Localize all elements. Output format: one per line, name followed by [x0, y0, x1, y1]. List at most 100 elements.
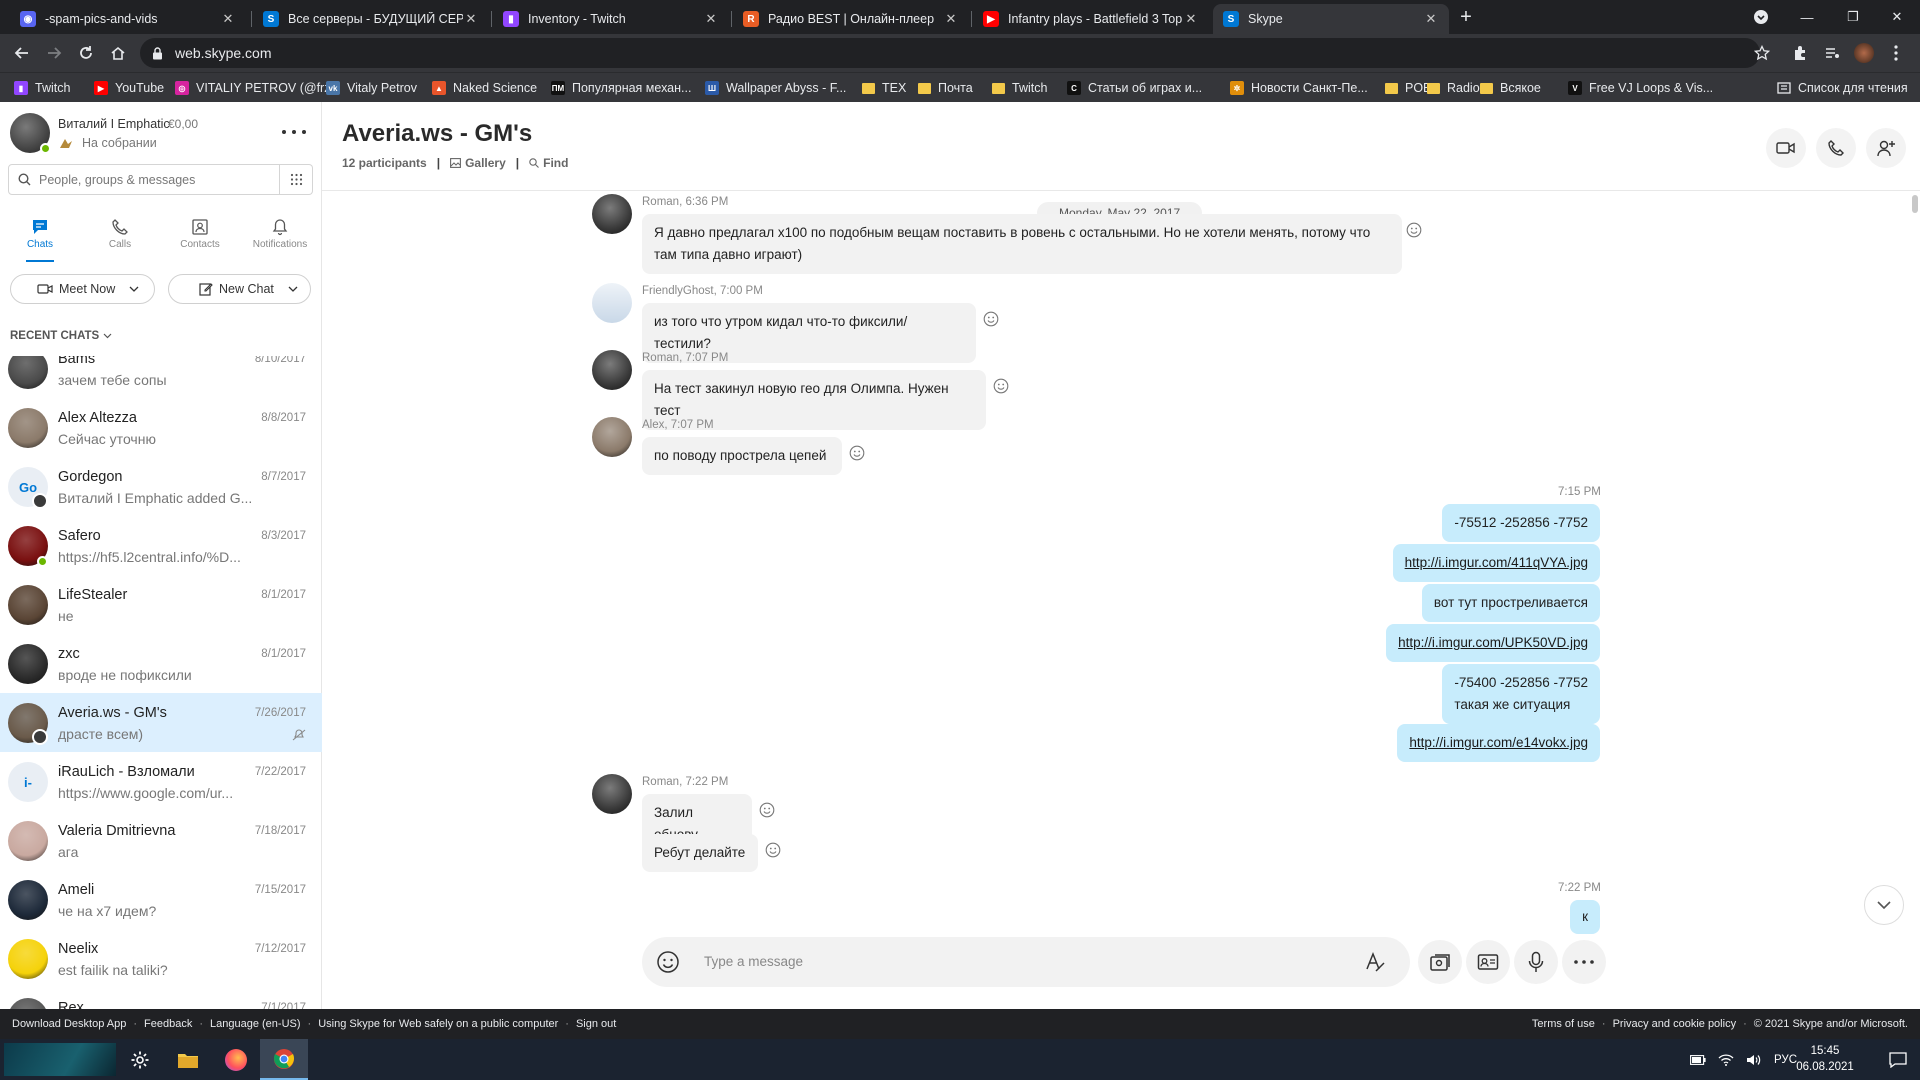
footer-link[interactable]: Using Skype for Web safely on a public c… — [318, 1018, 558, 1030]
add-reaction-icon[interactable] — [1406, 222, 1422, 238]
reload-icon[interactable] — [74, 41, 98, 65]
bookmark-item[interactable]: Radio — [1427, 78, 1480, 98]
address-bar[interactable]: web.skype.com — [140, 38, 1760, 68]
chat-list-item[interactable]: Alex Altezza Сейчас уточню 8/8/2017 — [0, 398, 322, 457]
meet-now-button[interactable]: Meet Now — [10, 274, 155, 304]
text-format-icon[interactable] — [1364, 951, 1386, 973]
system-clock[interactable]: 15:45 06.08.2021 — [1790, 1043, 1860, 1075]
profile-download-icon[interactable] — [1738, 0, 1784, 34]
reading-list-button[interactable]: Список для чтения — [1777, 78, 1908, 98]
participants-link[interactable]: 12 participants — [342, 156, 427, 170]
avatar[interactable] — [8, 939, 48, 979]
bookmark-star-icon[interactable] — [1750, 41, 1774, 65]
bookmark-item[interactable]: Ш Wallpaper Abyss - F... — [705, 78, 846, 98]
scrollbar[interactable] — [1912, 195, 1918, 213]
bookmark-item[interactable]: ✲ Новости Санкт-Пе... — [1230, 78, 1368, 98]
back-icon[interactable] — [10, 41, 34, 65]
browser-tab[interactable]: S Skype ✕ — [1213, 4, 1449, 34]
add-reaction-icon[interactable] — [849, 445, 865, 461]
message-link[interactable]: http://i.imgur.com/411qVYA.jpg — [1405, 555, 1588, 570]
video-call-button[interactable] — [1766, 128, 1806, 168]
bookmark-item[interactable]: POE — [1385, 78, 1431, 98]
browser-tab[interactable]: S Все серверы - БУДУЩИЙ СЕРВЕ ✕ — [253, 4, 489, 34]
chat-list-item[interactable]: Valeria Dmitrievna ага 7/18/2017 — [0, 811, 322, 870]
dial-pad-icon[interactable] — [280, 164, 313, 195]
chat-list-item[interactable]: Ameli че на х7 идем? 7/15/2017 — [0, 870, 322, 929]
recent-chats-toggle[interactable]: RECENT CHATS — [10, 330, 112, 342]
outgoing-message[interactable]: http://i.imgur.com/UPK50VD.jpg — [1386, 624, 1600, 662]
chat-list-item[interactable]: Bams зачем тебе сопы 8/10/2017 — [0, 356, 322, 398]
footer-link[interactable]: Download Desktop App — [12, 1018, 126, 1030]
close-icon[interactable]: ✕ — [463, 11, 479, 27]
share-media-button[interactable] — [1418, 940, 1462, 984]
close-icon[interactable]: ✕ — [220, 11, 236, 27]
avatar[interactable] — [592, 417, 632, 457]
avatar[interactable] — [8, 356, 48, 389]
message-composer[interactable]: Type a message — [642, 937, 1410, 987]
profile-header[interactable]: Виталий I Emphatic €0,00 На собрании — [10, 110, 310, 160]
avatar[interactable] — [8, 998, 48, 1009]
footer-link[interactable]: Language (en-US) — [210, 1018, 301, 1030]
avatar[interactable] — [8, 585, 48, 625]
avatar[interactable] — [8, 880, 48, 920]
outgoing-message[interactable]: http://i.imgur.com/411qVYA.jpg — [1392, 544, 1600, 582]
message-link[interactable]: http://i.imgur.com/e14vokx.jpg — [1409, 735, 1588, 750]
close-window-button[interactable]: ✕ — [1874, 0, 1920, 34]
add-reaction-icon[interactable] — [765, 842, 781, 858]
extensions-icon[interactable] — [1788, 41, 1812, 65]
incoming-message[interactable]: по поводу прострела цепей — [642, 437, 842, 475]
browser-tab[interactable]: ◉ -spam-pics-and-vids ✕ — [10, 4, 246, 34]
forward-icon[interactable] — [42, 41, 66, 65]
minimize-button[interactable]: — — [1784, 0, 1830, 34]
tab-calls[interactable]: Calls — [80, 212, 160, 262]
find-link[interactable]: Find — [543, 156, 568, 170]
media-control-icon[interactable] — [1820, 41, 1844, 65]
bookmark-item[interactable]: ▮ Twitch — [14, 78, 70, 98]
incoming-message[interactable]: Я давно предлагал х100 по подобным вещам… — [642, 214, 1402, 274]
outgoing-message[interactable]: -75400 -252856 -7752 такая же ситуация — [1442, 664, 1600, 724]
voice-message-button[interactable] — [1514, 940, 1558, 984]
add-reaction-icon[interactable] — [759, 802, 775, 818]
more-options-icon[interactable] — [282, 122, 306, 142]
avatar[interactable] — [592, 774, 632, 814]
avatar[interactable] — [8, 821, 48, 861]
chat-list-item[interactable]: Averia.ws - GM's драсте всем) 7/26/2017 — [0, 693, 322, 752]
conversation-title[interactable]: Averia.ws - GM's — [342, 120, 532, 148]
bookmark-item[interactable]: TEX — [862, 78, 906, 98]
bookmark-item[interactable]: ▶ YouTube — [94, 78, 164, 98]
bookmark-item[interactable]: C Статьи об играх и... — [1067, 78, 1202, 98]
browser-tab[interactable]: ▮ Inventory - Twitch ✕ — [493, 4, 729, 34]
bookmark-item[interactable]: ◎ VITALIY PETROV (@frz... — [175, 78, 341, 98]
browser-menu-icon[interactable] — [1884, 41, 1908, 65]
bookmark-item[interactable]: vk Vitaly Petrov — [326, 78, 417, 98]
notifications-center-icon[interactable] — [1874, 1039, 1920, 1080]
new-tab-button[interactable]: + — [1453, 5, 1479, 31]
audio-call-button[interactable] — [1816, 128, 1856, 168]
chat-list-item[interactable]: Go Gordegon Виталий I Emphatic added G... 8… — [0, 457, 322, 516]
skype-credit-balance[interactable]: €0,00 — [168, 117, 198, 131]
emoji-icon[interactable] — [656, 950, 680, 974]
close-icon[interactable]: ✕ — [1183, 11, 1199, 27]
tab-chats[interactable]: Chats — [0, 212, 80, 262]
chat-list-item[interactable]: Rex 7/1/2017 — [0, 988, 322, 1009]
close-icon[interactable]: ✕ — [1423, 11, 1439, 27]
outgoing-message[interactable]: -75512 -252856 -7752 — [1442, 504, 1600, 542]
wifi-icon[interactable] — [1718, 1053, 1734, 1066]
avatar[interactable] — [8, 644, 48, 684]
browser-tab[interactable]: ▶ Infantry plays - Battlefield 3 Top P ✕ — [973, 4, 1209, 34]
profile-mood[interactable]: На собрании — [58, 136, 157, 150]
search-input[interactable]: People, groups & messages — [8, 164, 280, 195]
bookmark-item[interactable]: Всякое — [1480, 78, 1541, 98]
outgoing-message[interactable]: вот тут простреливается — [1421, 584, 1600, 622]
add-participant-button[interactable] — [1866, 128, 1906, 168]
outgoing-message[interactable]: http://i.imgur.com/e14vokx.jpg — [1397, 724, 1600, 762]
footer-link[interactable]: Terms of use — [1532, 1018, 1595, 1030]
bookmark-item[interactable]: Почта — [918, 78, 973, 98]
close-icon[interactable]: ✕ — [943, 11, 959, 27]
avatar[interactable] — [592, 350, 632, 390]
start-wallpaper-thumbnail[interactable] — [0, 1039, 120, 1080]
share-contact-button[interactable] — [1466, 940, 1510, 984]
settings-gear-icon[interactable] — [116, 1039, 164, 1080]
volume-icon[interactable] — [1746, 1054, 1762, 1066]
bookmark-item[interactable]: V Free VJ Loops & Vis... — [1568, 78, 1713, 98]
